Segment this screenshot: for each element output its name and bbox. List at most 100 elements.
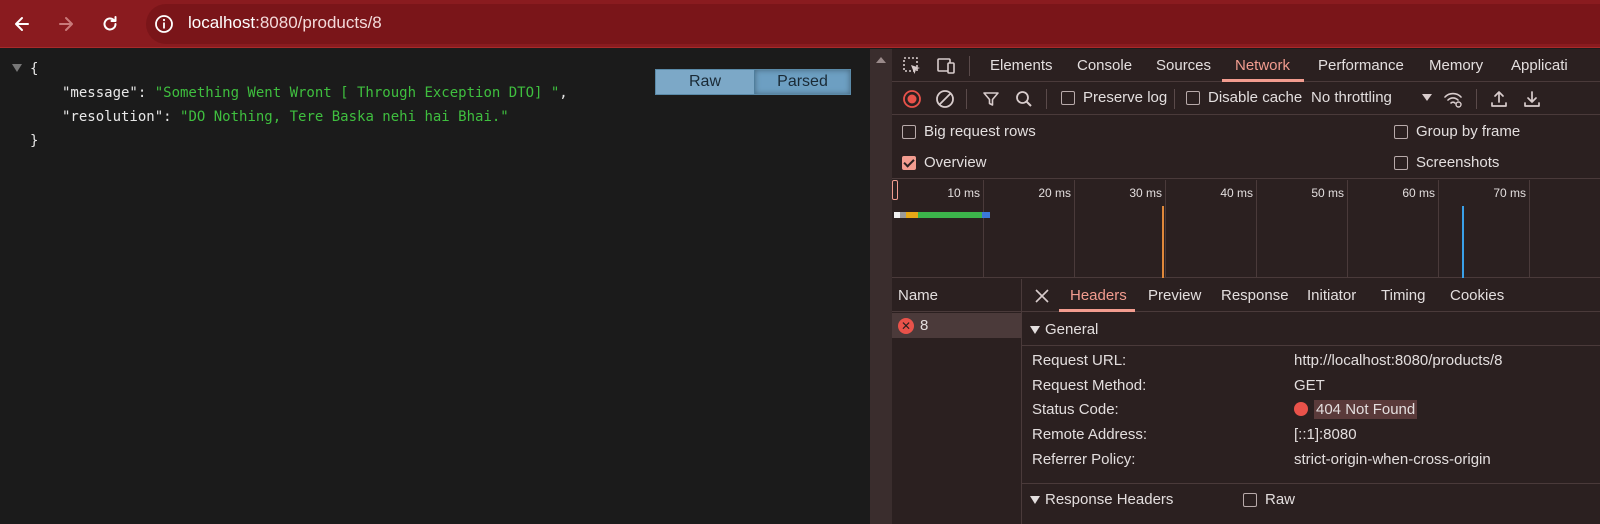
tab-timing[interactable]: Timing	[1381, 287, 1425, 304]
request-details: Headers Preview Response Initiator Timin…	[1022, 279, 1600, 524]
status-code-key: Status Code:	[1032, 401, 1119, 418]
status-code-value: 404 Not Found	[1294, 400, 1418, 419]
back-button[interactable]	[6, 8, 38, 40]
url-text[interactable]: localhost:8080/products/8	[188, 13, 382, 33]
tab-performance[interactable]: Performance	[1318, 57, 1404, 74]
devtools-panel: Elements Console Sources Network Perform…	[892, 49, 1600, 524]
tab-elements[interactable]: Elements	[990, 57, 1053, 74]
tab-sources[interactable]: Sources	[1156, 57, 1211, 74]
tab-preview[interactable]: Preview	[1148, 287, 1201, 304]
general-section-header[interactable]: General	[1030, 321, 1098, 338]
devtools-splitter[interactable]	[870, 49, 892, 524]
checkbox-icon[interactable]	[1394, 124, 1408, 139]
details-tabbar: Headers Preview Response Initiator Timin…	[1022, 279, 1600, 312]
json-entry-message: "message": "Something Went Wront [ Throu…	[62, 85, 568, 101]
load-event-marker	[1462, 206, 1464, 278]
network-overview-timeline[interactable]: 10 ms 20 ms 30 ms 40 ms 50 ms 60 ms 70 m…	[892, 180, 1600, 278]
timing-bar-waiting	[918, 212, 982, 218]
timeline-gridline	[1165, 180, 1166, 278]
raw-parsed-toggle: Raw Parsed	[655, 69, 851, 95]
reload-icon	[103, 16, 117, 31]
import-har-icon[interactable]	[1489, 89, 1509, 109]
timeline-label: 50 ms	[1311, 186, 1344, 200]
checkbox-icon[interactable]	[1243, 492, 1257, 507]
tab-network[interactable]: Network	[1235, 57, 1290, 74]
name-column-header[interactable]: Name	[892, 279, 1022, 312]
error-icon: ✕	[898, 317, 914, 334]
json-open-brace: {	[30, 61, 39, 77]
collapse-toggle-icon[interactable]	[12, 64, 22, 72]
tab-memory[interactable]: Memory	[1429, 57, 1483, 74]
tab-response[interactable]: Response	[1221, 287, 1289, 304]
checkbox-icon[interactable]	[1186, 90, 1200, 105]
raw-button[interactable]: Raw	[656, 70, 754, 94]
section-divider	[1022, 483, 1600, 484]
timeline-gridline	[1529, 180, 1530, 278]
toolbar-divider-4	[1476, 89, 1477, 109]
request-name: 8	[920, 317, 929, 334]
tab-cookies[interactable]: Cookies	[1450, 287, 1504, 304]
big-request-rows-checkbox[interactable]: Big request rows	[902, 123, 1036, 140]
timeline-label: 40 ms	[1220, 186, 1253, 200]
close-icon[interactable]	[1034, 288, 1050, 304]
json-entry-resolution: "resolution": "DO Nothing, Tere Baska ne…	[62, 109, 509, 125]
preserve-log-checkbox[interactable]: Preserve log	[1061, 89, 1167, 106]
timeline-gridline	[1347, 180, 1348, 278]
inspect-element-icon[interactable]	[902, 56, 922, 76]
stop-recording-icon[interactable]	[902, 89, 922, 109]
toolbar-divider-3	[1174, 89, 1175, 109]
parsed-button[interactable]: Parsed	[754, 70, 850, 94]
json-close-brace: }	[30, 133, 39, 149]
timeline-range-handle[interactable]	[892, 180, 898, 200]
checkbox-icon[interactable]	[902, 124, 916, 139]
referrer-policy-key: Referrer Policy:	[1032, 451, 1136, 468]
checkbox-icon[interactable]	[1061, 90, 1075, 105]
checkbox-icon[interactable]	[1394, 155, 1408, 170]
device-toggle-icon[interactable]	[936, 56, 956, 76]
active-detail-tab-indicator	[1059, 309, 1135, 312]
raw-headers-checkbox[interactable]: Raw	[1243, 491, 1295, 508]
checkbox-checked-icon[interactable]	[902, 155, 916, 170]
search-icon[interactable]	[1014, 89, 1034, 109]
network-settings: Big request rows Group by frame Overview…	[892, 115, 1600, 179]
forward-button[interactable]	[50, 8, 82, 40]
request-method-value: GET	[1294, 377, 1325, 394]
timing-bar-download	[982, 212, 990, 218]
info-icon[interactable]	[154, 14, 174, 34]
network-toolbar: Preserve log Disable cache No throttling	[892, 83, 1600, 115]
request-list: Name ✕ 8	[892, 279, 1022, 524]
timeline-label: 20 ms	[1038, 186, 1071, 200]
url-path: :8080/products/8	[255, 13, 382, 32]
timeline-label: 30 ms	[1129, 186, 1162, 200]
reload-button[interactable]	[94, 8, 126, 40]
export-har-icon[interactable]	[1522, 89, 1542, 109]
group-by-frame-checkbox[interactable]: Group by frame	[1394, 123, 1520, 140]
overview-checkbox[interactable]: Overview	[902, 154, 987, 171]
tab-application[interactable]: Applicati	[1511, 57, 1568, 74]
arrow-left-icon	[15, 17, 29, 31]
tab-headers[interactable]: Headers	[1070, 287, 1127, 304]
url-host: localhost	[188, 13, 256, 32]
network-conditions-icon[interactable]	[1443, 89, 1463, 109]
timeline-gridline	[983, 180, 984, 278]
screenshots-checkbox[interactable]: Screenshots	[1394, 154, 1499, 171]
request-row[interactable]: ✕ 8	[892, 313, 1022, 338]
disable-cache-checkbox[interactable]: Disable cache	[1186, 89, 1302, 106]
tab-initiator[interactable]: Initiator	[1307, 287, 1356, 304]
request-url-key: Request URL:	[1032, 352, 1127, 369]
clear-icon[interactable]	[935, 89, 955, 109]
timeline-gridline	[1256, 180, 1257, 278]
timeline-label: 10 ms	[947, 186, 980, 200]
dom-content-loaded-marker	[1162, 206, 1164, 278]
response-headers-section-header[interactable]: Response Headers	[1030, 491, 1173, 508]
tab-console[interactable]: Console	[1077, 57, 1132, 74]
tabbar-divider	[969, 56, 970, 76]
address-bar[interactable]: localhost:8080/products/8	[146, 4, 1600, 44]
remote-address-value: [::1]:8080	[1294, 426, 1357, 443]
request-url-value: http://localhost:8080/products/8	[1294, 352, 1503, 369]
filter-icon[interactable]	[981, 89, 1001, 109]
expand-triangle-icon	[1030, 326, 1040, 335]
throttling-select[interactable]: No throttling	[1311, 89, 1432, 106]
timeline-label: 70 ms	[1493, 186, 1526, 200]
page-content: { "message": "Something Went Wront [ Thr…	[0, 49, 870, 524]
